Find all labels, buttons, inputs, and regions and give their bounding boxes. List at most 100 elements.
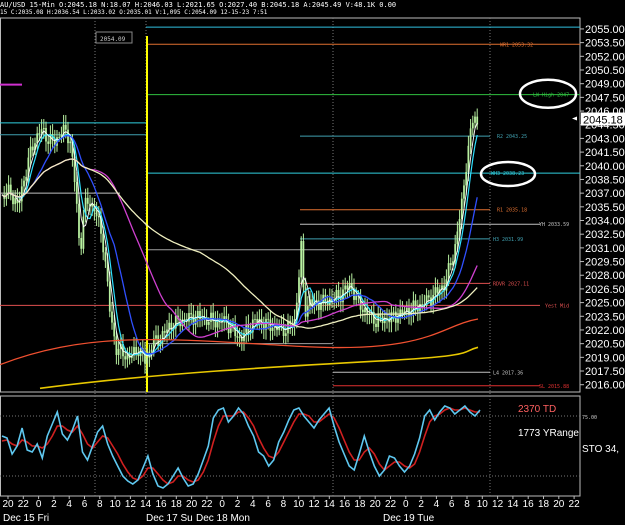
candle-body — [361, 309, 364, 313]
candle-body — [102, 233, 105, 253]
header-quote-line-2: 15 C:2035.08 H:2036.54 L:2033.02 O:2035.… — [0, 9, 268, 16]
x-tick-label: 6 — [449, 499, 455, 510]
x-tick-label: 10 — [293, 499, 305, 510]
price-tick-label: 2029.50 — [585, 257, 625, 269]
candle-body — [236, 336, 239, 338]
x-tick-label: 14 — [140, 499, 152, 510]
x-tick-label: 2 — [51, 499, 57, 510]
candle-body — [300, 241, 303, 278]
candle-body — [207, 321, 210, 325]
candle-body — [82, 216, 85, 249]
candle-body — [287, 320, 289, 334]
price-tick-label: 2055.00 — [585, 24, 625, 36]
candle-body — [456, 231, 459, 245]
x-tick-label: 22 — [569, 499, 581, 510]
x-tick-label: 4 — [434, 499, 440, 510]
x-tick-label: 6 — [265, 499, 271, 510]
level-label: WH3 2038.23 — [491, 171, 524, 177]
candle-body — [355, 295, 358, 300]
candle-body — [42, 127, 45, 130]
x-tick-label: 8 — [281, 499, 287, 510]
candle-body — [344, 285, 347, 290]
candle-body — [111, 311, 113, 323]
x-tick-label: 16 — [523, 499, 535, 510]
candle-body — [434, 287, 437, 295]
level-label: R1 2035.18 — [497, 208, 527, 214]
x-tick-label: 20 — [553, 499, 565, 510]
x-tick-label: 10 — [110, 499, 122, 510]
x-tick-label: 18 — [538, 499, 550, 510]
candle-body — [25, 176, 28, 181]
candle-body — [210, 312, 212, 322]
candle-body — [474, 116, 476, 123]
price-tick-label: 2032.50 — [585, 229, 625, 241]
candle-body — [38, 133, 41, 134]
candle-body — [7, 184, 10, 194]
candle-body — [414, 300, 417, 306]
x-tick-label: 6 — [82, 499, 88, 510]
x-tick-label: 12 — [308, 499, 320, 510]
candle-body — [146, 357, 149, 364]
price-tick-label: 2037.00 — [585, 188, 625, 200]
price-tick-label: 2035.50 — [585, 202, 625, 214]
chart-canvas: WR1 2053.32 LW High 2047 R2 2043.25 WH3 203… — [0, 0, 625, 525]
x-tick-label: 2 — [418, 499, 424, 510]
td-label: 2370 TD — [518, 404, 556, 415]
x-tick-label: 4 — [250, 499, 256, 510]
candle-body — [78, 203, 80, 239]
candle-body — [163, 331, 166, 333]
day-label: Dec 15 Fri — [3, 513, 49, 524]
x-tick-label: 12 — [125, 499, 137, 510]
candle-body — [267, 318, 270, 320]
level-label: YH 2033.59 — [539, 222, 569, 228]
stochastic-label: STO 34, — [582, 444, 619, 455]
x-tick-label: 0 — [36, 499, 42, 510]
level-label: Yest Mid — [545, 303, 569, 309]
candle-body — [23, 180, 25, 187]
candle-body — [465, 171, 468, 186]
candle-body — [471, 122, 474, 129]
candle-body — [115, 336, 118, 355]
price-tick-label: 2052.00 — [585, 51, 625, 63]
candle-body — [150, 349, 153, 352]
x-tick-label: 8 — [97, 499, 103, 510]
x-tick-label: 14 — [507, 499, 519, 510]
candle-body — [29, 146, 32, 158]
candle-body — [117, 348, 120, 355]
osc-level-label: 75.00 — [582, 415, 597, 421]
candle-body — [238, 337, 241, 338]
candle-body — [40, 129, 43, 134]
level-label: L4 2017.36 — [493, 370, 523, 376]
candle-body — [86, 197, 89, 204]
x-tick-label: 22 — [201, 499, 213, 510]
candle-body — [311, 299, 314, 305]
candle-body — [80, 238, 83, 249]
x-tick-label: 4 — [66, 499, 72, 510]
x-tick-label: 14 — [324, 499, 336, 510]
candle-body — [460, 198, 463, 220]
level-label: R2 2043.25 — [497, 134, 527, 140]
day-label: Dec 18 Mon — [196, 513, 250, 524]
x-tick-label: 16 — [155, 499, 167, 510]
price-tick-label: 2047.50 — [585, 92, 625, 104]
price-tick-label: 2020.50 — [585, 339, 625, 351]
candle-body — [269, 319, 272, 331]
x-tick-label: 2 — [235, 499, 241, 510]
price-tick-label: 2031.00 — [585, 243, 625, 255]
candle-body — [458, 219, 461, 232]
candle-body — [392, 311, 395, 313]
candle-body — [135, 347, 138, 354]
candle-body — [190, 312, 193, 315]
price-tick-label: 2019.00 — [585, 352, 625, 364]
x-tick-label: 12 — [492, 499, 504, 510]
candle-body — [375, 323, 377, 327]
x-tick-label: 0 — [403, 499, 409, 510]
candle-body — [436, 287, 439, 293]
price-tick-label: 2040.00 — [585, 161, 625, 173]
x-tick-label: 16 — [339, 499, 351, 510]
candle-body — [97, 215, 100, 218]
x-tick-label: 22 — [385, 499, 397, 510]
price-tag-label: 2054.09 — [100, 36, 126, 43]
candle-body — [421, 303, 424, 305]
vertical-marker — [146, 36, 148, 392]
